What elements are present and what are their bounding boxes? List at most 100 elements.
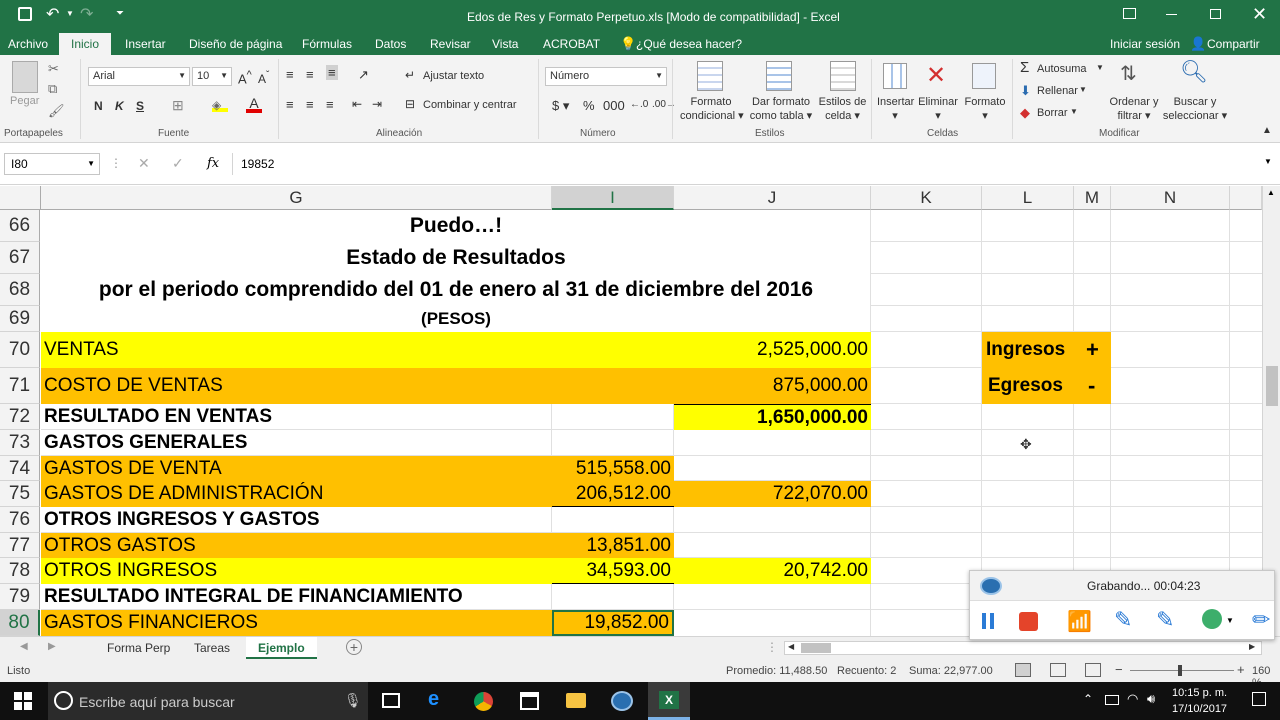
percent-icon[interactable]: % (583, 98, 595, 113)
align-center-icon[interactable]: ≡ (306, 97, 314, 112)
collapse-ribbon-icon[interactable]: ▲ (1262, 125, 1272, 136)
otros-gastos-label[interactable]: OTROS GASTOS (41, 533, 552, 558)
name-box[interactable]: I80 ▼ (4, 153, 100, 175)
gastos-financieros-value[interactable]: 19,852.00 (552, 610, 674, 636)
ribbon-display-icon[interactable] (1123, 8, 1136, 19)
formula-input[interactable]: 19852 (232, 153, 1276, 175)
row-header[interactable]: 68 (0, 274, 40, 306)
number-format-select[interactable]: Número ▼ (545, 67, 667, 86)
clock-time[interactable]: 10:15 p. m. (1172, 687, 1227, 699)
battery-icon[interactable] (1105, 695, 1119, 705)
clear-dropdown-icon[interactable]: ▼ (1070, 107, 1078, 116)
align-middle-icon[interactable]: ≡ (306, 67, 314, 82)
report-period[interactable]: por el periodo comprendido del 01 de ene… (41, 274, 871, 306)
chrome-icon[interactable] (474, 692, 493, 711)
gastos-admin-value[interactable]: 206,512.00 (552, 481, 674, 507)
fill-color-icon[interactable]: ◈ (212, 98, 228, 112)
fill-button[interactable]: Rellenar (1037, 85, 1078, 97)
col-header-l[interactable]: L (982, 186, 1074, 210)
draw-icon[interactable]: ✏ (1252, 607, 1270, 633)
prev-sheet-icon[interactable]: ◀ (20, 641, 28, 652)
row-header[interactable]: 80 (0, 610, 40, 636)
decrease-font-icon[interactable]: Aˇ (258, 70, 269, 86)
tab-diseno[interactable]: Diseño de página (189, 37, 282, 51)
tab-revisar[interactable]: Revisar (430, 37, 471, 51)
zoom-out-icon[interactable]: − (1115, 662, 1123, 677)
more-dropdown-icon[interactable]: ▼ (1226, 616, 1234, 625)
sheet-tab-forma-perp[interactable]: Forma Perp (95, 637, 182, 659)
share-button[interactable]: Compartir (1207, 37, 1260, 51)
scroll-thumb[interactable] (1266, 366, 1278, 406)
clear-button[interactable]: Borrar (1037, 107, 1068, 119)
task-view-icon[interactable] (382, 693, 400, 708)
cancel-entry-icon[interactable]: ✕ (138, 155, 150, 172)
cell-styles-button[interactable]: Estilos de celda ▾ (815, 95, 870, 123)
italic-button[interactable]: K (115, 99, 124, 113)
pen-tool-icon[interactable]: ✎ (1114, 607, 1132, 633)
expand-formula-icon[interactable]: ▼ (1264, 157, 1272, 166)
scroll-right-icon[interactable]: ▶ (1249, 642, 1255, 651)
tab-archivo[interactable]: Archivo (8, 37, 48, 51)
gastos-venta-value[interactable]: 515,558.00 (552, 456, 674, 481)
pause-icon[interactable] (982, 613, 994, 629)
paste-button[interactable]: Pegar (10, 95, 39, 107)
ventas-value[interactable]: 2,525,000.00 (674, 332, 871, 368)
row-header[interactable]: 70 (0, 332, 40, 368)
page-break-icon[interactable] (1085, 663, 1101, 677)
add-sheet-icon[interactable]: + (346, 639, 362, 655)
find-select-button[interactable]: Buscar y seleccionar ▾ (1162, 95, 1228, 123)
col-header-n[interactable]: N (1111, 186, 1230, 210)
indent-increase-icon[interactable]: ⇥ (372, 97, 382, 111)
align-top-icon[interactable]: ≡ (286, 67, 294, 82)
taskbar-search[interactable]: Escribe aquí para buscar 🎙 (48, 682, 368, 720)
col-header-i[interactable]: I (552, 186, 674, 210)
col-header-o[interactable] (1230, 186, 1262, 210)
otros-ingresos-label[interactable]: OTROS INGRESOS (41, 558, 552, 584)
col-header-k[interactable]: K (871, 186, 982, 210)
sheet-tab-tareas[interactable]: Tareas (182, 637, 242, 659)
col-header-j[interactable]: J (674, 186, 871, 210)
normal-view-icon[interactable] (1015, 663, 1031, 677)
borders-icon[interactable]: ⊞ (172, 97, 184, 114)
increase-decimal-icon[interactable]: ←.0 (630, 99, 648, 110)
row-header[interactable]: 79 (0, 584, 40, 610)
next-sheet-icon[interactable]: ▶ (48, 641, 56, 652)
otros-neto-value[interactable]: 20,742.00 (674, 558, 871, 584)
align-right-icon[interactable]: ≡ (326, 97, 334, 112)
row-header[interactable]: 74 (0, 456, 40, 481)
orientation-icon[interactable]: ↗ (358, 67, 369, 83)
scroll-left-icon[interactable]: ◀ (788, 642, 794, 651)
undo-icon[interactable]: ↶ (46, 4, 59, 24)
merge-center-button[interactable]: Combinar y centrar (423, 99, 517, 111)
insert-cells-button[interactable]: Insertar ▾ (877, 95, 914, 123)
webcam-add-icon[interactable] (1202, 609, 1222, 629)
minimize-icon[interactable] (1166, 14, 1177, 15)
tab-datos[interactable]: Datos (375, 37, 406, 51)
gastos-financieros-label[interactable]: GASTOS FINANCIEROS (41, 610, 552, 636)
font-size-select[interactable]: 10 ▼ (192, 67, 232, 86)
row-header[interactable]: 76 (0, 507, 40, 533)
resultado-financiamiento-label[interactable]: RESULTADO INTEGRAL DE FINANCIAMIENTO (41, 584, 551, 610)
tab-vista[interactable]: Vista (492, 37, 518, 51)
costo-ventas-value[interactable]: 875,000.00 (674, 368, 871, 404)
windows-start-icon[interactable] (14, 692, 32, 710)
otros-ingresos-gastos-label[interactable]: OTROS INGRESOS Y GASTOS (41, 507, 551, 533)
tab-inicio[interactable]: Inicio (59, 33, 112, 55)
page-layout-icon[interactable] (1050, 663, 1066, 677)
align-bottom-icon[interactable]: ≡ (326, 65, 338, 80)
table-format-button[interactable]: Dar formato como tabla ▾ (749, 95, 813, 123)
ventas-label[interactable]: VENTAS (41, 332, 674, 368)
bold-button[interactable]: N (94, 99, 103, 113)
row-header[interactable]: 78 (0, 558, 40, 584)
conditional-format-button[interactable]: Formato condicional ▾ (680, 95, 744, 123)
copy-icon[interactable]: ⧉ (48, 81, 57, 97)
col-header-g[interactable]: G (41, 186, 552, 210)
stop-icon[interactable] (1019, 612, 1038, 631)
underline-button[interactable]: S (136, 99, 144, 113)
file-explorer-icon[interactable] (566, 693, 586, 708)
otros-gastos-value[interactable]: 13,851.00 (552, 533, 674, 558)
edge-icon[interactable]: e (428, 688, 439, 711)
indent-decrease-icon[interactable]: ⇤ (352, 97, 362, 111)
gastos-total-value[interactable]: 722,070.00 (674, 481, 871, 507)
report-currency[interactable]: (PESOS) (41, 306, 871, 332)
